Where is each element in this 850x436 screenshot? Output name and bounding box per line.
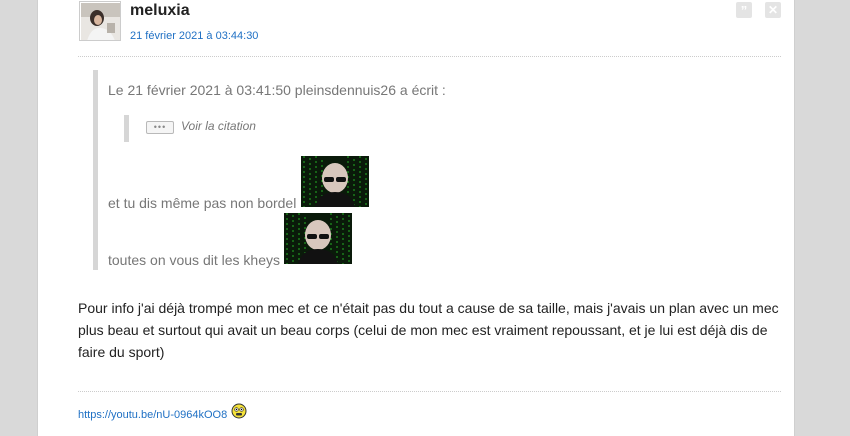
expand-quote-button[interactable]: •••: [146, 121, 174, 134]
sticker-image: [284, 213, 352, 264]
forum-post: meluxia 21 février 2021 à 03:44:30 ” ✕ L…: [37, 0, 795, 436]
voir-citation-link[interactable]: Voir la citation: [181, 119, 256, 133]
quote-icon: ”: [740, 3, 748, 18]
header-separator: [78, 56, 781, 57]
post-username[interactable]: meluxia: [130, 2, 190, 20]
post-date[interactable]: 21 février 2021 à 03:44:30: [130, 30, 258, 42]
quote-line-1: et tu dis même pas non bordel: [108, 195, 297, 211]
quote-line-2: toutes on vous dit les kheys: [108, 252, 280, 268]
close-icon: ✕: [767, 3, 779, 17]
quote-header: Le 21 février 2021 à 03:41:50 pleinsdenn…: [108, 82, 446, 98]
signature-separator: [78, 391, 781, 392]
sticker-image: [301, 156, 369, 207]
delete-button[interactable]: ✕: [765, 2, 781, 18]
post-body: Pour info j'ai déjà trompé mon mec et ce…: [78, 300, 779, 360]
quote-bar: [93, 70, 98, 270]
avatar[interactable]: [79, 1, 121, 41]
smiley-icon: [231, 403, 247, 424]
avatar-image: [81, 3, 120, 40]
quote-button[interactable]: ”: [736, 2, 752, 18]
nested-quote-bar: [124, 115, 129, 142]
signature-link[interactable]: https://youtu.be/nU-0964kOO8: [78, 409, 227, 421]
